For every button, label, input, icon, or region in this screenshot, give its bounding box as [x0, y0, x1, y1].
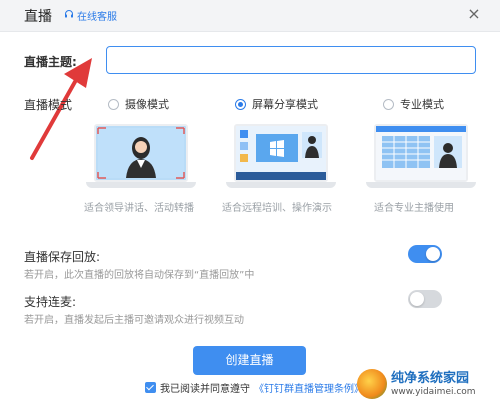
agreement-link[interactable]: 《钉钉群直播管理条例》: [254, 380, 364, 395]
toggle-knob: [410, 292, 424, 306]
save-replay-toggle[interactable]: [408, 245, 442, 263]
mode-label: 直播模式: [24, 98, 73, 112]
mode-option-label: 屏幕分享模式: [252, 98, 318, 111]
screen-share-illustration[interactable]: [226, 120, 336, 190]
presenter-illustration: [97, 127, 185, 179]
camera-mode-desc: 适合领导讲话、活动转播: [84, 203, 194, 214]
co-host-title: 支持连麦:: [24, 295, 77, 309]
watermark-url: www.yidaimei.com: [391, 386, 476, 397]
agreement-text: 我已阅读并同意遵守: [160, 384, 250, 395]
co-host-subtitle: 若开启，直播发起后主播可邀请观众进行视频互动: [24, 315, 244, 326]
screen-share-mode-desc: 适合远程培训、操作演示: [222, 203, 332, 214]
co-host-toggle[interactable]: [408, 290, 442, 308]
laptop-screen: [94, 124, 188, 182]
save-replay-title: 直播保存回放:: [24, 250, 101, 264]
save-replay-subtitle: 若开启，此次直播的回放将自动保存到“直播回放”中: [24, 270, 255, 281]
mode-option-professional[interactable]: 专业模式: [383, 96, 444, 112]
screen-share-illustration-graphic: [236, 126, 326, 180]
toggle-knob: [426, 247, 440, 261]
agreement-checkbox[interactable]: [145, 382, 156, 393]
watermark-text: 纯净系统家园 www.yidaimei.com: [391, 371, 476, 398]
laptop-base: [226, 182, 336, 188]
site-watermark: 纯净系统家园 www.yidaimei.com: [357, 366, 497, 402]
customer-service-label: 在线客服: [77, 12, 117, 23]
mode-option-label: 摄像模式: [125, 98, 169, 111]
watermark-name: 纯净系统家园: [391, 370, 470, 386]
topic-input[interactable]: [106, 46, 476, 74]
laptop-base: [86, 182, 196, 188]
create-live-button[interactable]: 创建直播: [193, 346, 306, 375]
professional-mode-desc: 适合专业主播使用: [374, 203, 454, 214]
mode-option-camera[interactable]: 摄像模式: [108, 96, 169, 112]
laptop-screen: [234, 124, 328, 182]
camera-mode-illustration[interactable]: [86, 120, 196, 190]
close-icon[interactable]: ×: [466, 6, 482, 22]
watermark-logo-icon: [357, 369, 387, 399]
professional-illustration-graphic: [376, 126, 466, 180]
agreement-row: 我已阅读并同意遵守 《钉钉群直播管理条例》: [145, 380, 364, 395]
headset-icon: [64, 9, 74, 22]
title-bar: 直播 在线客服 ×: [0, 0, 500, 32]
radio-screen-share[interactable]: [235, 98, 246, 110]
professional-mode-illustration[interactable]: [366, 120, 476, 190]
customer-service-link[interactable]: 在线客服: [64, 8, 117, 23]
mode-option-screen-share[interactable]: 屏幕分享模式: [235, 96, 318, 112]
mode-option-label: 专业模式: [400, 98, 444, 111]
laptop-base: [366, 182, 476, 188]
window-title: 直播: [24, 9, 52, 25]
radio-camera[interactable]: [108, 98, 119, 110]
laptop-screen: [374, 124, 468, 182]
radio-professional[interactable]: [383, 98, 394, 110]
